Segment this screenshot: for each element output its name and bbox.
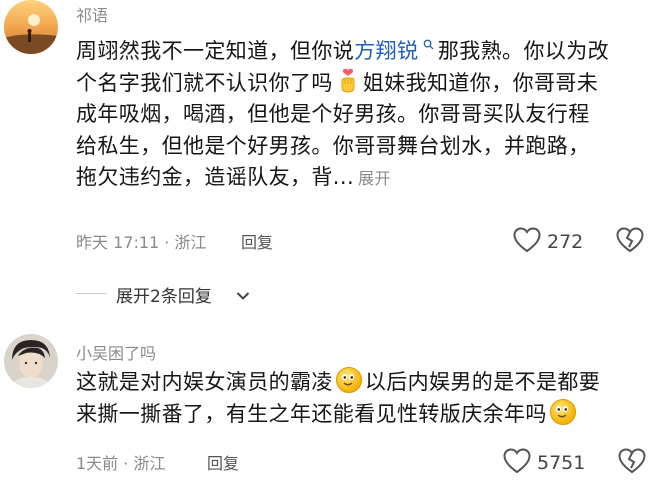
text-segment: 这就是对内娱女演员的霸凌 [76, 370, 333, 394]
text-segment: 以后内娱男的是不是都要 [364, 370, 601, 394]
text-line: 成年吸烟，喝酒，但他是个好男孩。你哥哥买队友行程 [76, 102, 590, 126]
text-segment: 个名字我们就不认识你了吗 [76, 70, 333, 95]
like-button[interactable]: 272 [513, 227, 583, 257]
heart-outline-icon [513, 227, 541, 257]
expand-replies-label: 展开2条回复 [116, 287, 212, 307]
divider-line [76, 293, 106, 294]
text-segment: 那我熟。你以为改 [437, 39, 610, 63]
avatar[interactable] [4, 334, 58, 388]
comment-text: 这就是对内娱女演员的霸凌 以后内娱男的是不是都要 来撕一撕番了，有生之年还能看见… [76, 367, 646, 430]
chevron-down-icon [236, 286, 250, 306]
broken-heart-icon[interactable] [616, 227, 644, 257]
smile-emoji [335, 367, 362, 393]
reply-button[interactable]: 回复 [241, 229, 273, 253]
finger-heart-emoji [336, 68, 360, 93]
username[interactable]: 祁语 [76, 2, 108, 26]
reply-button[interactable]: 回复 [207, 450, 239, 474]
like-count: 5751 [537, 452, 586, 474]
expand-text-link[interactable]: 展开 [358, 169, 391, 188]
like-count: 272 [547, 231, 584, 253]
like-button[interactable]: 5751 [503, 448, 585, 478]
text-segment: 周翊然我不一定知道，但你说 [76, 39, 355, 63]
search-link[interactable]: 方翔锐 [354, 39, 418, 63]
comment-meta-row: 昨天 17:11 · 浙江 回复 272 [76, 227, 660, 257]
comment-text: 周翊然我不一定知道，但你说方翔锐 那我熟。你以为改 个名字我们就不认识你了吗 姐… [76, 31, 646, 195]
avatar[interactable] [4, 0, 58, 54]
text-segment: 姐妹我知道你，你哥哥未 [362, 70, 599, 95]
smile-emoji [549, 398, 576, 425]
timestamp-location: 昨天 17:11 · 浙江 [76, 233, 207, 252]
text-segment: 来撕一撕番了，有生之年还能看见性转版庆余年吗 [76, 401, 547, 426]
text-line: 给私生，但他是个好男孩。你哥哥舞台划水，并跑路， [76, 133, 590, 158]
search-icon[interactable] [418, 39, 437, 53]
heart-outline-icon [503, 448, 531, 478]
text-segment: 拖欠违约金，造谣队友，背... [76, 165, 355, 189]
timestamp-location: 1天前 · 浙江 [76, 454, 166, 473]
comment-meta-row: 1天前 · 浙江 回复 5751 [76, 448, 660, 478]
username[interactable]: 小吴困了吗 [76, 340, 156, 364]
broken-heart-icon[interactable] [618, 448, 646, 478]
